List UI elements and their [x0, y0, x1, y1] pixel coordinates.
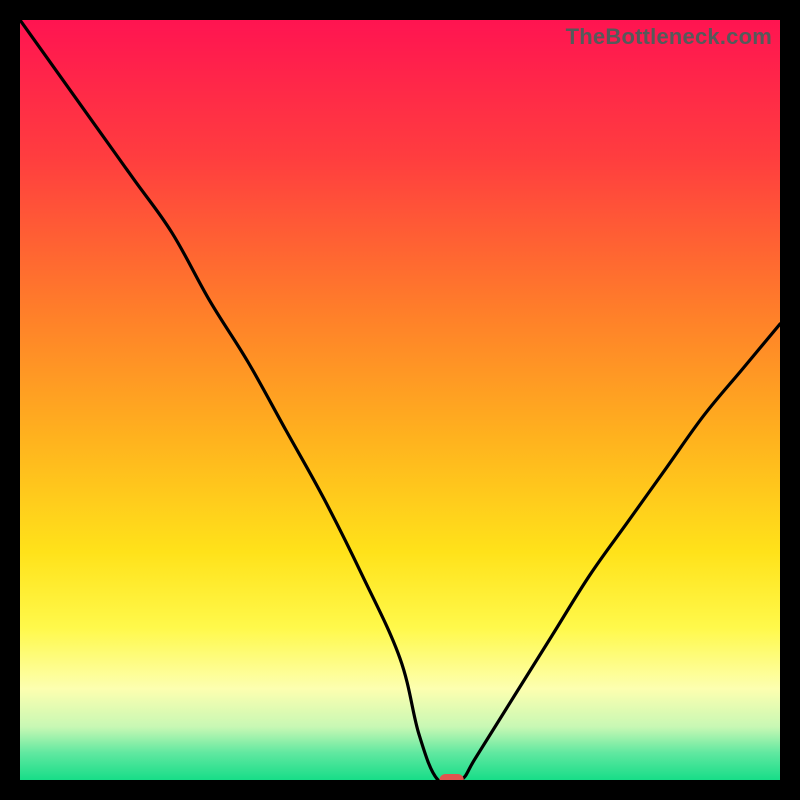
chart-stage: TheBottleneck.com: [0, 0, 800, 800]
bottleneck-curve: [20, 20, 780, 780]
minimum-marker: [440, 774, 464, 780]
plot-area: TheBottleneck.com: [20, 20, 780, 780]
